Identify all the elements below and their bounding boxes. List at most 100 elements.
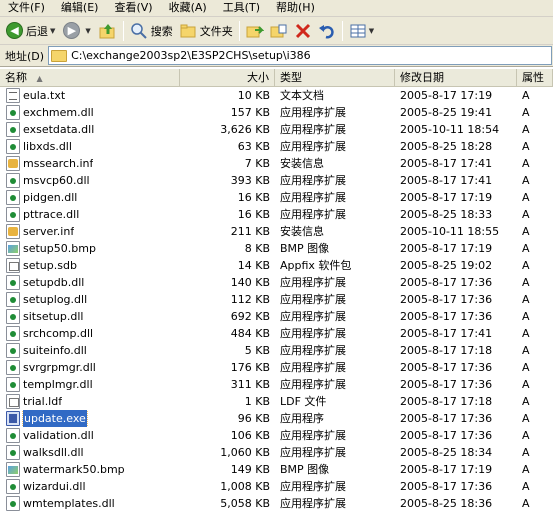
column-header-size[interactable]: 大小 [180,69,275,87]
file-name[interactable]: validation.dll [23,427,94,444]
file-row[interactable]: suiteinfo.dll 5 KB 应用程序扩展 2005-8-17 17:18 A [0,342,553,359]
file-name-cell[interactable]: svrgrpmgr.dll [0,359,180,376]
file-name[interactable]: setuplog.dll [23,291,87,308]
file-name-cell[interactable]: pidgen.dll [0,189,180,206]
file-name-cell[interactable]: trial.ldf [0,393,180,410]
file-row[interactable]: svrgrpmgr.dll 176 KB 应用程序扩展 2005-8-17 17:36… [0,359,553,376]
file-name[interactable]: setupdb.dll [23,274,84,291]
file-name-cell[interactable]: msvcp60.dll [0,172,180,189]
file-name-cell[interactable]: setuplog.dll [0,291,180,308]
forward-button[interactable]: ▶ ▼ [60,20,95,42]
file-name-cell[interactable]: update.exe [0,410,180,427]
views-dropdown-icon[interactable]: ▼ [369,27,374,35]
file-name-cell[interactable]: setup50.bmp [0,240,180,257]
file-name-cell[interactable]: validation.dll [0,427,180,444]
back-dropdown-icon[interactable]: ▼ [50,27,55,35]
up-folder-button[interactable] [96,20,120,42]
file-row[interactable]: server.inf 211 KB 安装信息 2005-10-11 18:55 A [0,223,553,240]
menu-edit[interactable]: 编辑(E) [53,0,107,17]
file-name[interactable]: setup.sdb [23,257,77,274]
file-row[interactable]: msvcp60.dll 393 KB 应用程序扩展 2005-8-17 17:41 A [0,172,553,189]
file-name-cell[interactable]: wizardui.dll [0,478,180,495]
file-name-cell[interactable]: templmgr.dll [0,376,180,393]
file-name[interactable]: server.inf [23,223,74,240]
file-row[interactable]: wmtemplates.dll 5,058 KB 应用程序扩展 2005-8-25 1… [0,495,553,512]
copy-to-button[interactable] [267,20,291,42]
file-row[interactable]: validation.dll 106 KB 应用程序扩展 2005-8-17 17:3… [0,427,553,444]
file-name[interactable]: pttrace.dll [23,206,79,223]
file-name-cell[interactable]: mssearch.inf [0,155,180,172]
file-row[interactable]: watermark50.bmp 149 KB BMP 图像 2005-8-17 17:… [0,461,553,478]
file-name[interactable]: srchcomp.dll [23,325,93,342]
file-name[interactable]: update.exe [22,410,88,427]
file-name-cell[interactable]: sitsetup.dll [0,308,180,325]
file-name-cell[interactable]: libxds.dll [0,138,180,155]
column-header-type[interactable]: 类型 [275,69,395,87]
column-header-name[interactable]: 名称 ▲ [0,69,180,87]
menu-help[interactable]: 帮助(H) [268,0,323,17]
file-name-cell[interactable]: pttrace.dll [0,206,180,223]
file-name-cell[interactable]: watermark50.bmp [0,461,180,478]
file-name[interactable]: sitsetup.dll [23,308,83,325]
file-name[interactable]: pidgen.dll [23,189,77,206]
file-row[interactable]: update.exe 96 KB 应用程序 2005-8-17 17:36 A [0,410,553,427]
file-row[interactable]: setup50.bmp 8 KB BMP 图像 2005-8-17 17:19 A [0,240,553,257]
menu-tools[interactable]: 工具(T) [215,0,268,17]
file-name[interactable]: walksdll.dll [23,444,84,461]
file-name[interactable]: suiteinfo.dll [23,342,87,359]
file-row[interactable]: sitsetup.dll 692 KB 应用程序扩展 2005-8-17 17:36 A [0,308,553,325]
file-name[interactable]: wizardui.dll [23,478,86,495]
file-name[interactable]: watermark50.bmp [23,461,125,478]
file-name[interactable]: eula.txt [23,87,65,104]
file-row[interactable]: templmgr.dll 311 KB 应用程序扩展 2005-8-17 17:36 A [0,376,553,393]
file-name[interactable]: exchmem.dll [23,104,94,121]
file-row[interactable]: srchcomp.dll 484 KB 应用程序扩展 2005-8-17 17:41 A [0,325,553,342]
forward-dropdown-icon[interactable]: ▼ [85,27,90,35]
file-row[interactable]: eula.txt 10 KB 文本文档 2005-8-17 17:19 A [0,87,553,104]
file-row[interactable]: wizardui.dll 1,008 KB 应用程序扩展 2005-8-17 17:3… [0,478,553,495]
undo-button[interactable] [315,20,339,42]
file-row[interactable]: pttrace.dll 16 KB 应用程序扩展 2005-8-25 18:33 A [0,206,553,223]
address-path[interactable]: C:\exchange2003sp2\E3SP2CHS\setup\i386 [71,49,311,62]
file-row[interactable]: setuplog.dll 112 KB 应用程序扩展 2005-8-17 17:36 A [0,291,553,308]
file-name[interactable]: wmtemplates.dll [23,495,115,512]
file-name[interactable]: exsetdata.dll [23,121,94,138]
back-button[interactable]: ◀ 后退 ▼ [3,20,60,42]
file-row[interactable]: libxds.dll 63 KB 应用程序扩展 2005-8-25 18:28 A [0,138,553,155]
file-row[interactable]: trial.ldf 1 KB LDF 文件 2005-8-17 17:18 A [0,393,553,410]
file-row[interactable]: exsetdata.dll 3,626 KB 应用程序扩展 2005-10-11 18… [0,121,553,138]
file-name[interactable]: msvcp60.dll [23,172,90,189]
file-name-cell[interactable]: eula.txt [0,87,180,104]
file-row[interactable]: setup.sdb 14 KB Appfix 软件包 2005-8-25 19:02 A [0,257,553,274]
menu-view[interactable]: 查看(V) [106,0,160,17]
column-header-modified[interactable]: 修改日期 [395,69,517,87]
file-row[interactable]: exchmem.dll 157 KB 应用程序扩展 2005-8-25 19:41 A [0,104,553,121]
file-name[interactable]: setup50.bmp [23,240,96,257]
file-name-cell[interactable]: setupdb.dll [0,274,180,291]
file-name[interactable]: svrgrpmgr.dll [23,359,96,376]
file-name-cell[interactable]: server.inf [0,223,180,240]
column-header-attributes[interactable]: 属性 [517,69,553,87]
views-button[interactable]: ▼ [346,20,379,42]
move-to-button[interactable] [243,20,267,42]
file-name-cell[interactable]: suiteinfo.dll [0,342,180,359]
address-input[interactable]: C:\exchange2003sp2\E3SP2CHS\setup\i386 [48,46,552,65]
file-name-cell[interactable]: wmtemplates.dll [0,495,180,512]
delete-button[interactable] [291,20,315,42]
file-row[interactable]: setupdb.dll 140 KB 应用程序扩展 2005-8-17 17:36 A [0,274,553,291]
file-row[interactable]: mssearch.inf 7 KB 安装信息 2005-8-17 17:41 A [0,155,553,172]
file-name-cell[interactable]: exchmem.dll [0,104,180,121]
file-name-cell[interactable]: srchcomp.dll [0,325,180,342]
folders-button[interactable]: 文件夹 [176,20,236,42]
file-name[interactable]: templmgr.dll [23,376,93,393]
file-name-cell[interactable]: setup.sdb [0,257,180,274]
menu-file[interactable]: 文件(F) [0,0,53,17]
file-name-cell[interactable]: walksdll.dll [0,444,180,461]
file-name[interactable]: libxds.dll [23,138,72,155]
file-name-cell[interactable]: exsetdata.dll [0,121,180,138]
file-row[interactable]: walksdll.dll 1,060 KB 应用程序扩展 2005-8-25 18:3… [0,444,553,461]
file-name[interactable]: mssearch.inf [23,155,93,172]
file-name[interactable]: trial.ldf [23,393,62,410]
menu-favorites[interactable]: 收藏(A) [161,0,215,17]
search-button[interactable]: 搜索 [127,20,176,42]
